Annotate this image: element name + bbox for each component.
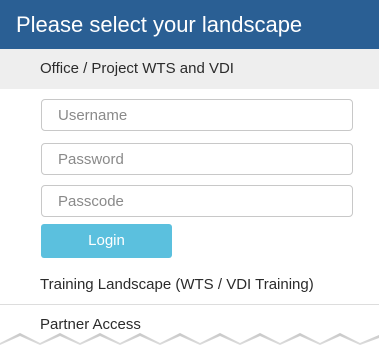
landscape-panel: Please select your landscape Office / Pr… [0, 0, 379, 349]
torn-edge [0, 333, 379, 349]
login-button[interactable]: Login [41, 224, 172, 258]
landscape-office[interactable]: Office / Project WTS and VDI [0, 49, 379, 89]
password-input[interactable] [41, 143, 353, 175]
landscape-training[interactable]: Training Landscape (WTS / VDI Training) [0, 265, 379, 305]
passcode-input[interactable] [41, 185, 353, 217]
panel-title: Please select your landscape [0, 0, 379, 49]
username-input[interactable] [41, 99, 353, 131]
